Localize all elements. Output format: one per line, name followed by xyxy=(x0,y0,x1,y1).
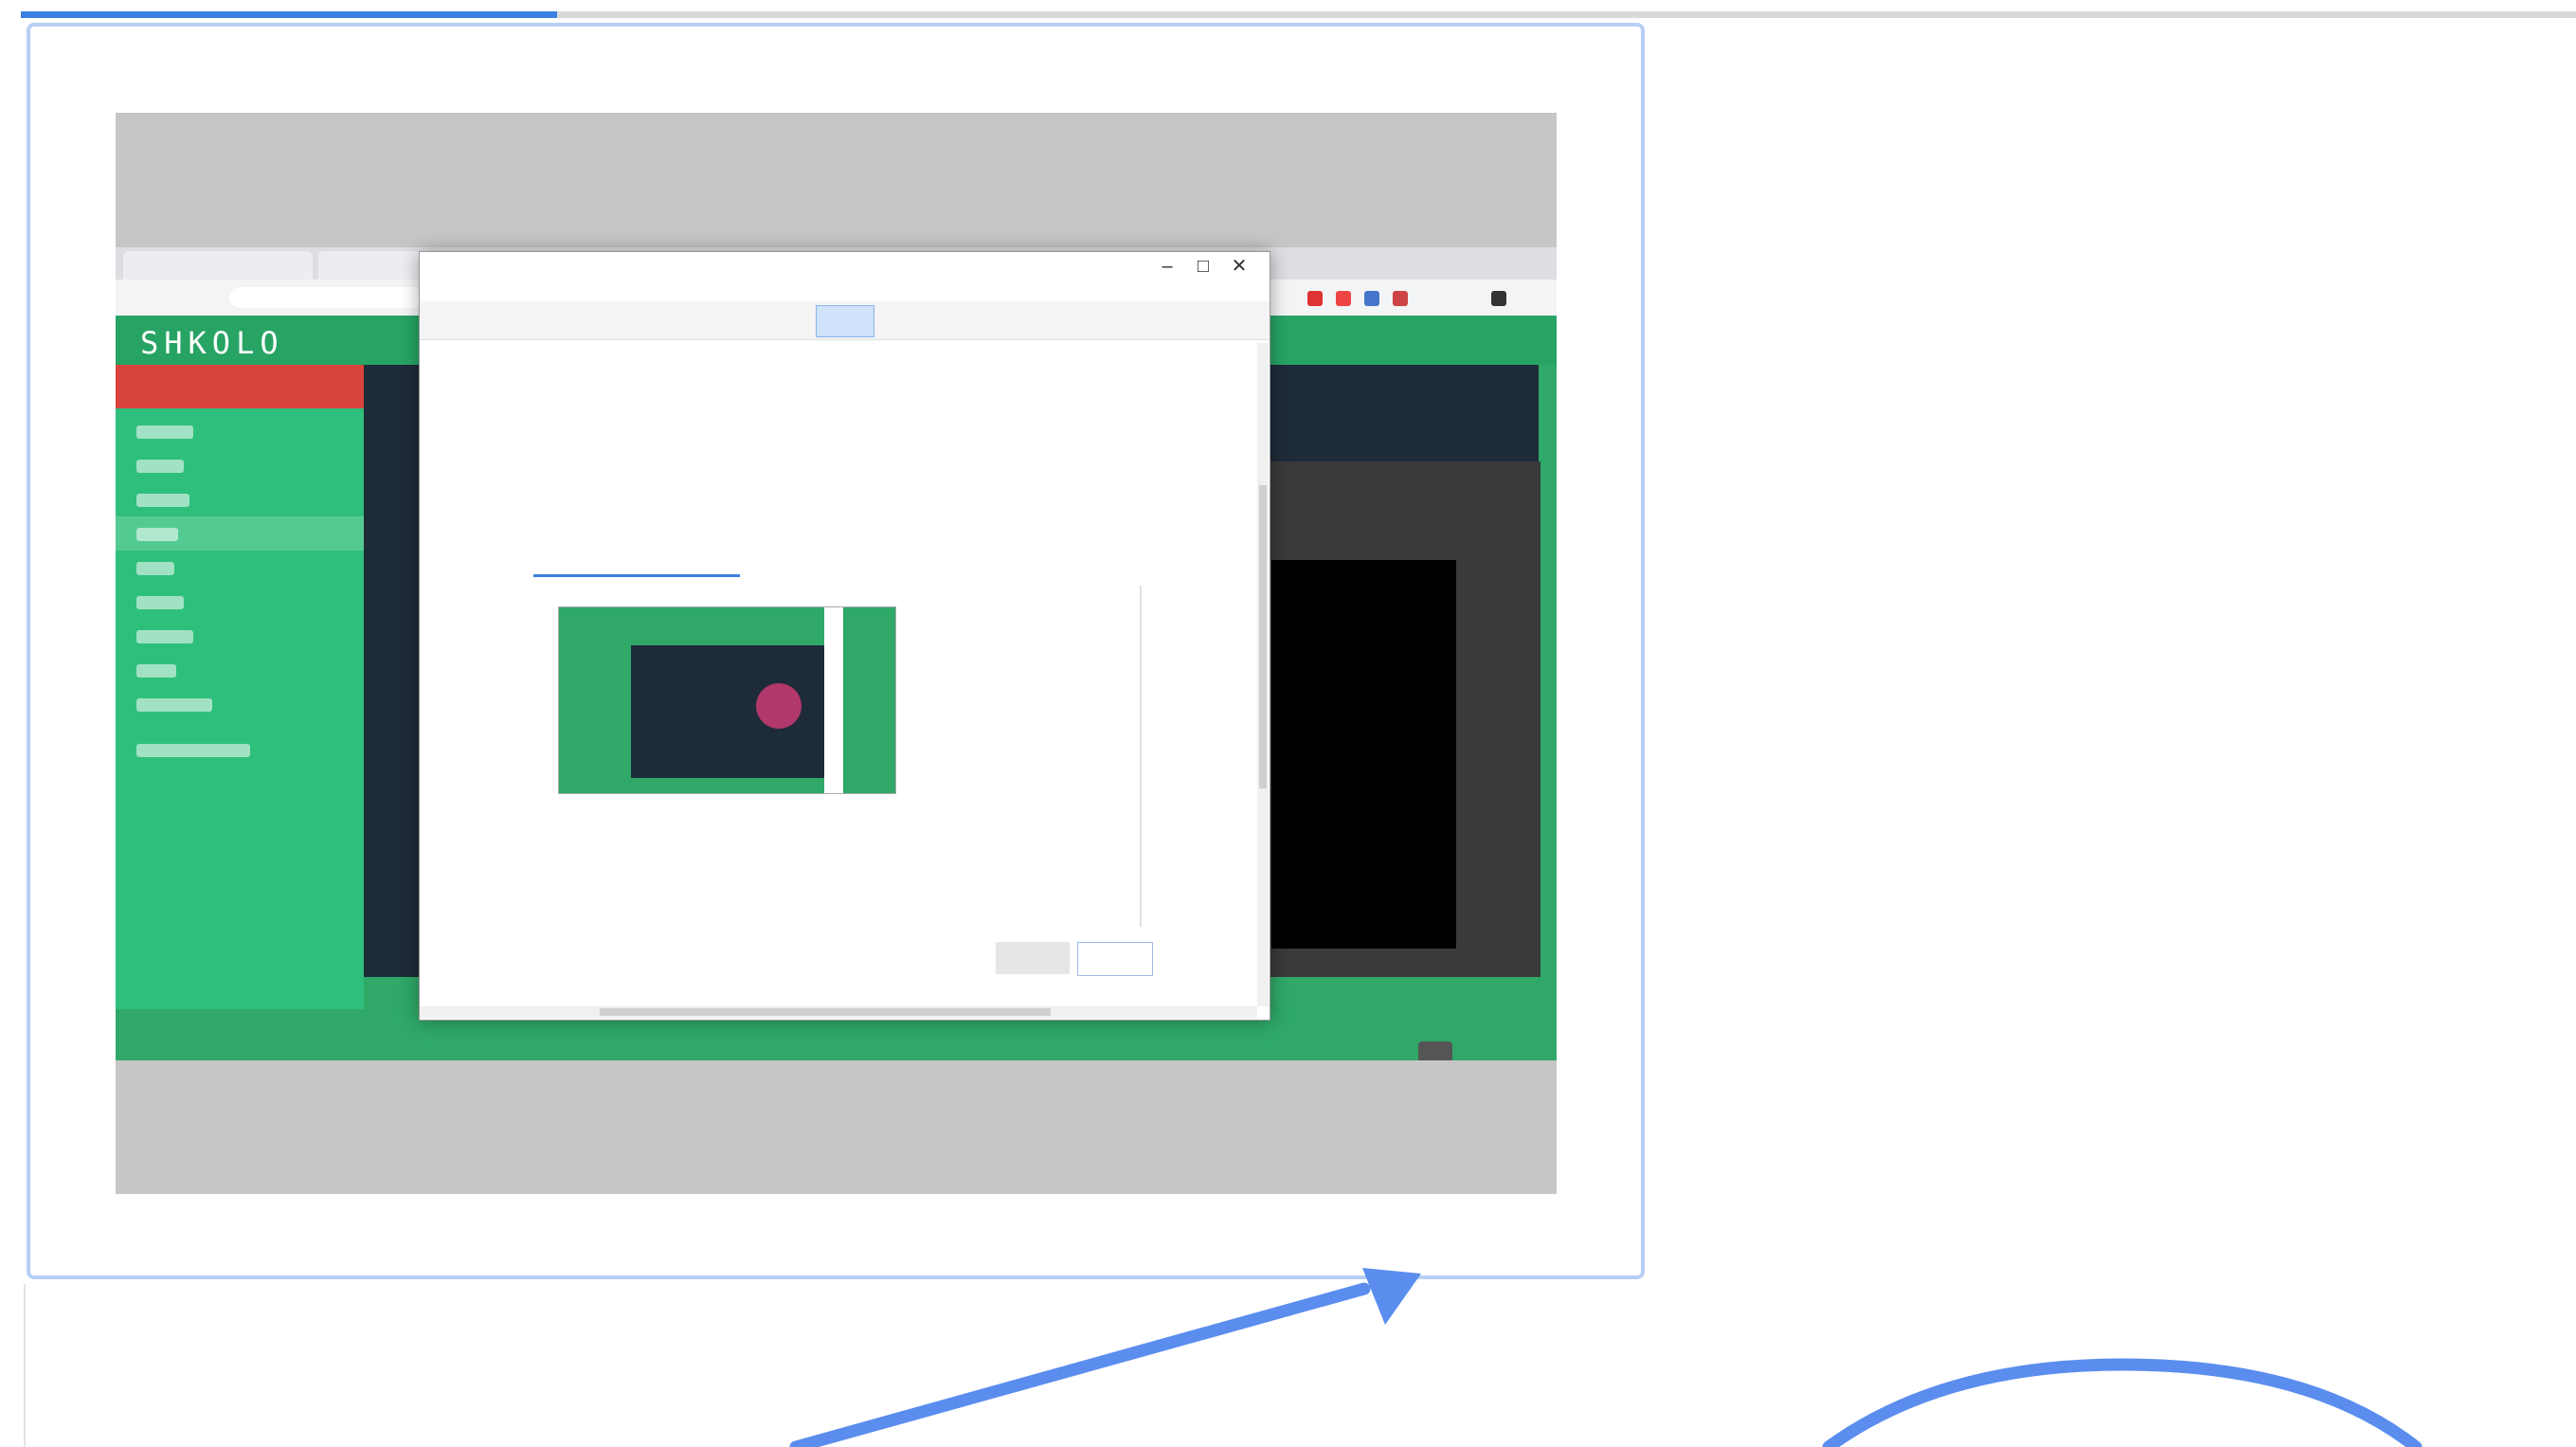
arrow-head-icon[interactable] xyxy=(1362,1268,1421,1325)
annotation-layer xyxy=(789,1268,2423,1447)
circle-annotation[interactable] xyxy=(1822,1358,2423,1447)
arrow-annotation[interactable] xyxy=(789,1282,1371,1447)
